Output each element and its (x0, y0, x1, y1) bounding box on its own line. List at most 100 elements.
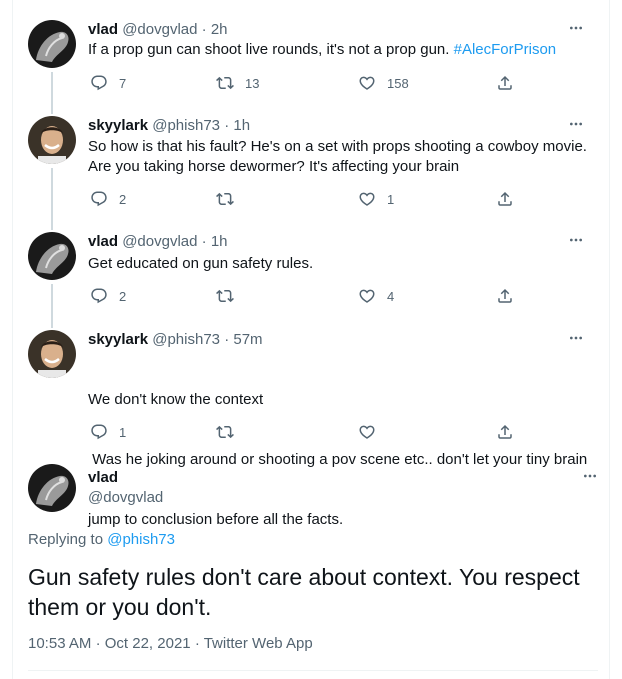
reply-button[interactable]: 2 (90, 287, 126, 305)
tweet-actions: 2 1 (88, 190, 518, 210)
like-count: 4 (387, 288, 395, 304)
replying-to-link[interactable]: @phish73 (107, 531, 175, 548)
avatar[interactable] (28, 330, 76, 378)
tweet-text-line: jump to conclusion before all the facts. (88, 511, 344, 528)
avatar[interactable] (28, 20, 76, 68)
more-icon[interactable] (566, 328, 586, 348)
avatar[interactable] (28, 464, 76, 512)
tweet[interactable]: skyylark @phish73 · 57m We don't know th… (28, 328, 598, 528)
tweet-text-line: Was he joking around or shooting a pov s… (88, 451, 588, 468)
author-handle[interactable]: @phish73 (152, 117, 220, 134)
tweet-text: So how is that his fault? He's on a set … (88, 137, 587, 177)
tweet-time[interactable]: 2h (211, 21, 228, 38)
tweet-text: If a prop gun can shoot live rounds, it'… (88, 40, 556, 60)
thread-connector (51, 284, 53, 328)
reply-icon (90, 287, 108, 305)
tweet-actions: 1 (88, 423, 518, 443)
retweet-button[interactable] (216, 287, 245, 305)
separator: · (224, 117, 230, 134)
tweet-timestamp: 10:53 AM · Oct 22, 2021 · Twitter Web Ap… (28, 634, 313, 654)
tweet-text-line: We don't know the context (88, 391, 264, 408)
like-button[interactable]: 1 (358, 190, 394, 208)
reply-count: 2 (119, 288, 127, 304)
tweet[interactable]: vlad @dovgvlad · 1h Get educated on gun … (28, 232, 598, 312)
separator: · (201, 233, 207, 250)
like-button[interactable]: 158 (358, 74, 409, 92)
author-handle[interactable]: @dovgvlad (122, 21, 197, 38)
more-icon[interactable] (566, 18, 586, 38)
retweet-button[interactable]: 13 (216, 74, 259, 92)
tweet-text-line: So how is that his fault? He's on a set … (88, 138, 587, 155)
like-count: 1 (387, 191, 395, 207)
tweet-text: Get educated on gun safety rules. (88, 254, 313, 274)
replying-to: Replying to @phish73 (28, 530, 175, 550)
author-name[interactable]: vlad (88, 21, 118, 38)
retweet-count: 13 (245, 75, 260, 91)
hashtag-link[interactable]: #AlecForPrison (454, 41, 557, 58)
main-tweet-text-line: them or you don't. (28, 594, 212, 620)
retweet-icon (216, 423, 234, 441)
main-tweet-text: Gun safety rules don't care about contex… (28, 562, 598, 622)
retweet-button[interactable] (216, 190, 245, 208)
more-icon[interactable] (566, 114, 586, 134)
more-icon[interactable] (580, 466, 600, 486)
share-icon (496, 423, 514, 441)
tweet-time[interactable]: 57m (233, 331, 262, 348)
avatar[interactable] (28, 232, 76, 280)
tweet-header: skyylark @phish73 · 1h (88, 116, 250, 136)
share-button[interactable] (496, 74, 525, 92)
heart-icon (358, 190, 376, 208)
author-handle[interactable]: @dovgvlad (88, 488, 163, 508)
tweet-text-line: Get educated on gun safety rules. (88, 255, 314, 272)
thread-connector (51, 72, 53, 114)
share-button[interactable] (496, 190, 525, 208)
tweet-header: vlad @dovgvlad · 1h (88, 232, 228, 252)
tweet-actions: 7 13 158 (88, 74, 518, 94)
author-handle[interactable]: @dovgvlad (122, 233, 197, 250)
thread-connector (51, 168, 53, 230)
retweet-icon (216, 74, 234, 92)
heart-icon (358, 423, 376, 441)
tweet[interactable]: skyylark @phish73 · 1h So how is that hi… (28, 116, 598, 216)
reply-count: 1 (119, 424, 127, 440)
tweet-time[interactable]: 10:53 AM (28, 635, 91, 652)
like-button[interactable]: 4 (358, 287, 394, 305)
heart-icon (358, 287, 376, 305)
author-name[interactable]: skyylark (88, 331, 148, 348)
share-icon (496, 287, 514, 305)
tweet[interactable]: vlad @dovgvlad · 2h If a prop gun can sh… (28, 20, 598, 100)
reply-button[interactable]: 7 (90, 74, 126, 92)
reply-button[interactable]: 1 (90, 423, 126, 441)
reply-icon (90, 74, 108, 92)
author-name[interactable]: vlad (88, 468, 118, 488)
tweet-header: skyylark @phish73 · 57m (88, 330, 263, 350)
author-name[interactable]: skyylark (88, 117, 148, 134)
avatar[interactable] (28, 116, 76, 164)
separator: · (194, 635, 204, 652)
separator: · (224, 331, 230, 348)
tweet-actions: 2 4 (88, 287, 518, 307)
reply-button[interactable]: 2 (90, 190, 126, 208)
divider (28, 670, 598, 671)
tweet-text-line: Are you taking horse dewormer? It's affe… (88, 158, 460, 175)
reply-icon (90, 423, 108, 441)
share-button[interactable] (496, 423, 525, 441)
heart-icon (358, 74, 376, 92)
author-name[interactable]: vlad (88, 233, 118, 250)
tweet-source[interactable]: Twitter Web App (204, 635, 313, 652)
replying-prefix: Replying to (28, 531, 108, 548)
author-handle[interactable]: @phish73 (152, 331, 220, 348)
tweet-date[interactable]: Oct 22, 2021 (105, 635, 191, 652)
main-tweet-text-line: Gun safety rules don't care about contex… (28, 564, 580, 590)
tweet-time[interactable]: 1h (211, 233, 228, 250)
tweet-time[interactable]: 1h (233, 117, 250, 134)
share-button[interactable] (496, 287, 525, 305)
share-icon (496, 190, 514, 208)
retweet-icon (216, 287, 234, 305)
like-button[interactable] (358, 423, 387, 441)
share-icon (496, 74, 514, 92)
retweet-button[interactable] (216, 423, 245, 441)
more-icon[interactable] (566, 230, 586, 250)
tweet-header: vlad @dovgvlad · 2h (88, 20, 228, 40)
separator: · (95, 635, 105, 652)
